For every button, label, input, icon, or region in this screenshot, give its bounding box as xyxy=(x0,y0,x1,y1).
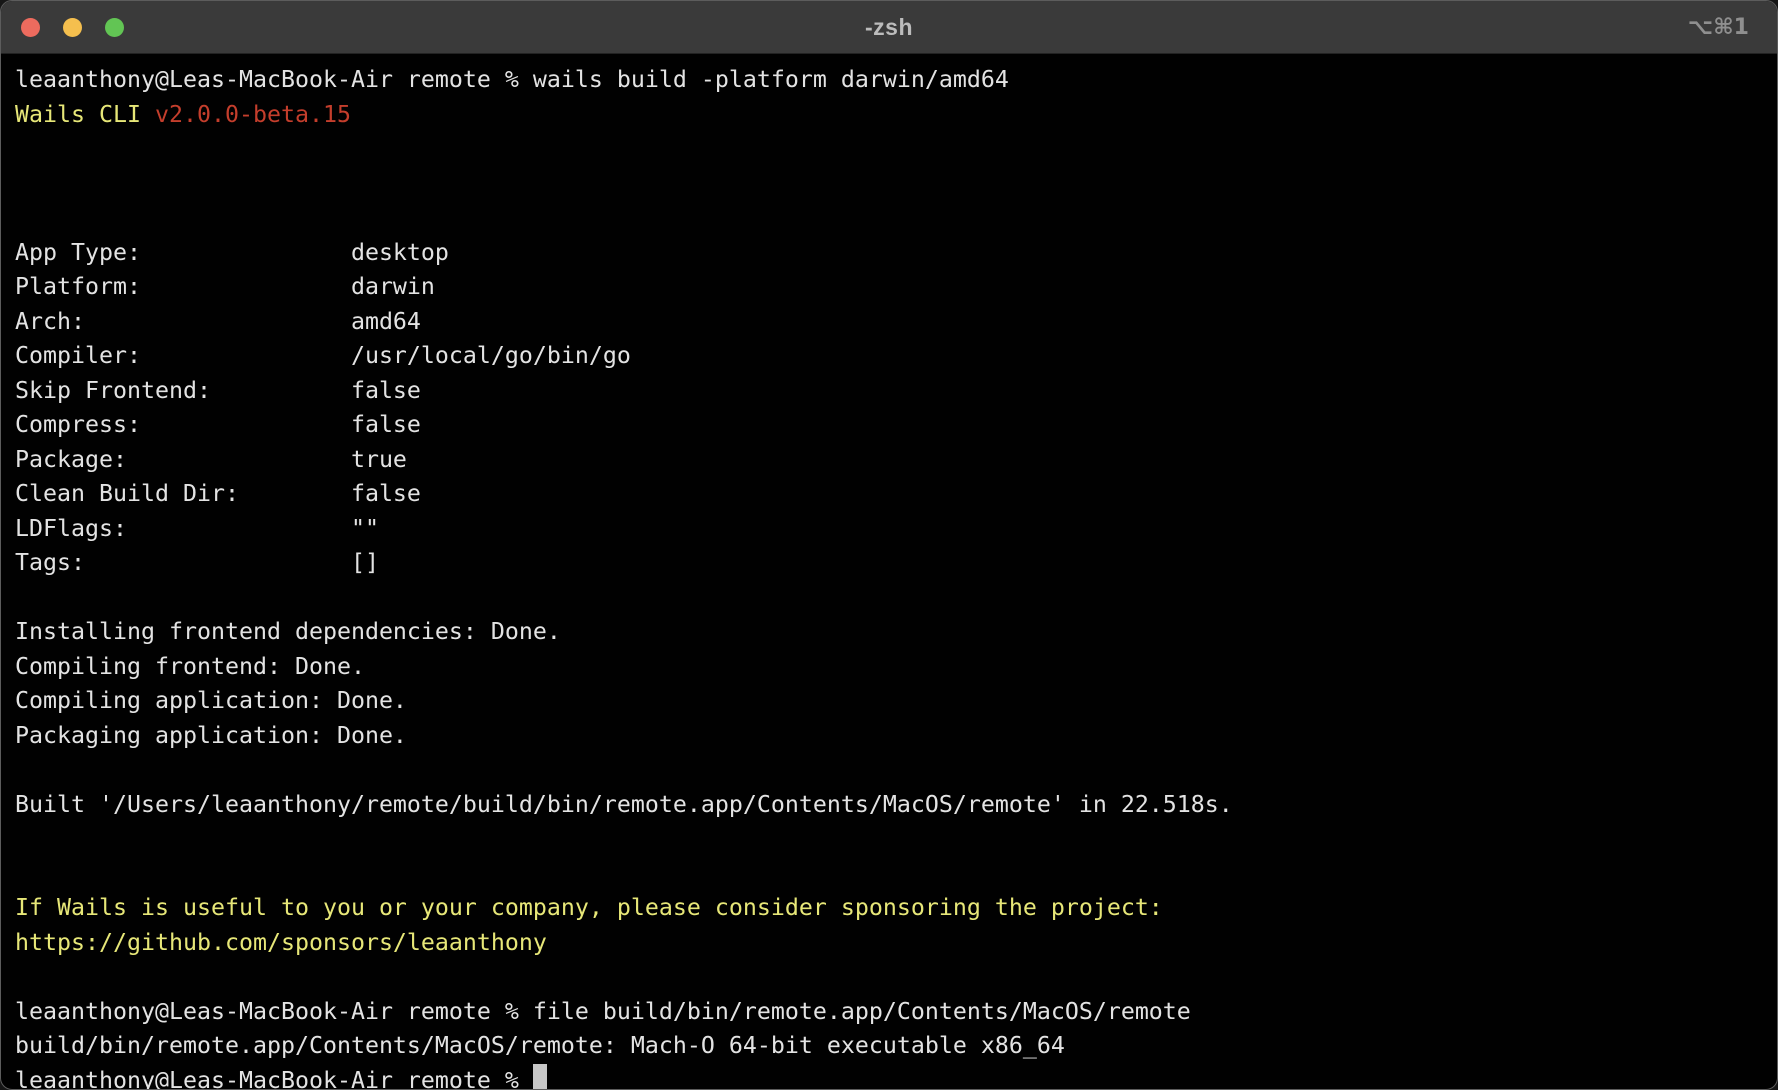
terminal-line: Skip Frontend: false xyxy=(15,374,1763,409)
terminal-text-segment: leaanthony@Leas-MacBook-Air remote % fil… xyxy=(15,998,1191,1025)
terminal-text-segment: leaanthony@Leas-MacBook-Air remote % xyxy=(15,1067,533,1090)
terminal-line: Built '/Users/leaanthony/remote/build/bi… xyxy=(15,788,1763,823)
terminal-line: Tags: [] xyxy=(15,546,1763,581)
terminal-text-segment: leaanthony@Leas-MacBook-Air remote % wai… xyxy=(15,66,1009,93)
terminal-line xyxy=(15,201,1763,236)
terminal-text-segment: Package: true xyxy=(15,446,407,473)
terminal-text-segment: Compiling application: Done. xyxy=(15,687,407,714)
terminal-text-segment: If Wails is useful to you or your compan… xyxy=(15,894,1163,921)
terminal-line: Compiler: /usr/local/go/bin/go xyxy=(15,339,1763,374)
terminal-line: Arch: amd64 xyxy=(15,305,1763,340)
terminal-line: Package: true xyxy=(15,443,1763,478)
terminal-line: https://github.com/sponsors/leaanthony xyxy=(15,926,1763,961)
terminal-line: LDFlags: "" xyxy=(15,512,1763,547)
titlebar[interactable]: -zsh ⌥⌘1 xyxy=(1,1,1777,54)
terminal-line: Installing frontend dependencies: Done. xyxy=(15,615,1763,650)
terminal-text-segment: Skip Frontend: false xyxy=(15,377,421,404)
terminal-line: App Type: desktop xyxy=(15,236,1763,271)
terminal-line: Wails CLI v2.0.0-beta.15 xyxy=(15,98,1763,133)
terminal-line: Compress: false xyxy=(15,408,1763,443)
terminal-text-segment: v2.0.0-beta.15 xyxy=(155,101,351,128)
terminal-text-segment: https://github.com/sponsors/leaanthony xyxy=(15,929,547,956)
terminal-window: -zsh ⌥⌘1 leaanthony@Leas-MacBook-Air rem… xyxy=(0,0,1778,1090)
terminal-line: build/bin/remote.app/Contents/MacOS/remo… xyxy=(15,1029,1763,1064)
terminal-text-segment: Compress: false xyxy=(15,411,421,438)
cursor-block xyxy=(533,1064,547,1090)
terminal-text-segment: build/bin/remote.app/Contents/MacOS/remo… xyxy=(15,1032,1065,1059)
window-shortcut-badge: ⌥⌘1 xyxy=(1688,15,1749,40)
terminal-text-segment: Built '/Users/leaanthony/remote/build/bi… xyxy=(15,791,1233,818)
terminal-text-segment: LDFlags: "" xyxy=(15,515,379,542)
terminal-line xyxy=(15,132,1763,167)
terminal-line: Packaging application: Done. xyxy=(15,719,1763,754)
terminal-line xyxy=(15,822,1763,857)
terminal-text-segment: Wails CLI xyxy=(15,101,155,128)
terminal-line: Compiling application: Done. xyxy=(15,684,1763,719)
terminal-text-segment: Compiling frontend: Done. xyxy=(15,653,365,680)
terminal-line: Compiling frontend: Done. xyxy=(15,650,1763,685)
terminal-text-segment: Clean Build Dir: false xyxy=(15,480,421,507)
terminal-text-segment: Compiler: /usr/local/go/bin/go xyxy=(15,342,631,369)
window-title: -zsh xyxy=(1,14,1777,41)
terminal-output[interactable]: leaanthony@Leas-MacBook-Air remote % wai… xyxy=(1,54,1777,1090)
terminal-line xyxy=(15,857,1763,892)
terminal-line xyxy=(15,753,1763,788)
terminal-line: leaanthony@Leas-MacBook-Air remote % fil… xyxy=(15,995,1763,1030)
terminal-line xyxy=(15,581,1763,616)
terminal-line: If Wails is useful to you or your compan… xyxy=(15,891,1763,926)
terminal-line: Platform: darwin xyxy=(15,270,1763,305)
terminal-line xyxy=(15,960,1763,995)
terminal-text-segment: Packaging application: Done. xyxy=(15,722,407,749)
terminal-line: leaanthony@Leas-MacBook-Air remote % wai… xyxy=(15,63,1763,98)
terminal-line xyxy=(15,167,1763,202)
terminal-text-segment: Arch: amd64 xyxy=(15,308,421,335)
terminal-text-segment: App Type: desktop xyxy=(15,239,449,266)
terminal-text-segment: Platform: darwin xyxy=(15,273,435,300)
terminal-line: Clean Build Dir: false xyxy=(15,477,1763,512)
terminal-line: leaanthony@Leas-MacBook-Air remote % xyxy=(15,1064,1763,1090)
terminal-text-segment: Tags: [] xyxy=(15,549,379,576)
terminal-text-segment: Installing frontend dependencies: Done. xyxy=(15,618,561,645)
